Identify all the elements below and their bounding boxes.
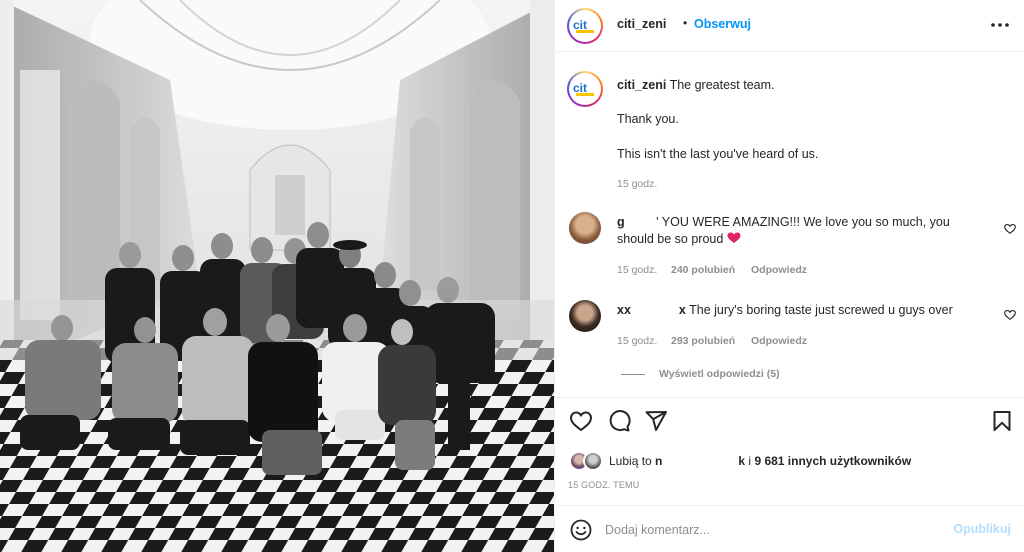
separator-dot: • — [683, 16, 688, 30]
author-username[interactable]: citi_zeni — [617, 17, 666, 31]
likes-summary: Lubią to nk i 9 681 innych użytkowników — [609, 454, 912, 468]
post-sidebar: cit citi_zeni • Obserwuj cit citi_zeni T… — [554, 0, 1024, 552]
post-photo[interactable] — [0, 0, 554, 552]
comment-2-like-icon[interactable] — [1004, 309, 1016, 321]
liker-avatar[interactable] — [583, 451, 603, 471]
svg-text:cit: cit — [573, 81, 587, 95]
comment-1-likes[interactable]: 240 polubień — [671, 264, 735, 276]
comment-1-time: 15 godz. — [617, 264, 658, 276]
caption-line-1: citi_zeni The greatest team. — [617, 77, 1007, 94]
liker-name[interactable]: nk — [655, 454, 745, 468]
likes-count[interactable]: 9 681 innych użytkowników — [754, 454, 911, 468]
comment-2-text: The jury's boring taste just screwed u g… — [689, 303, 953, 317]
comment-1-body: g ' YOU WERE AMAZING!!! We love you so m… — [617, 214, 977, 248]
bookmark-icon[interactable] — [990, 409, 1014, 433]
comment-1-like-icon[interactable] — [1004, 223, 1016, 235]
commenter-avatar[interactable] — [569, 212, 601, 244]
heart-icon[interactable] — [569, 409, 593, 433]
commenter-avatar[interactable] — [569, 300, 601, 332]
caption-text-3: This isn't the last you've heard of us. — [617, 147, 819, 161]
citi-zeni-logo-icon: cit — [569, 10, 601, 42]
posted-ago[interactable]: 15 GODZ. TEMU — [568, 480, 639, 490]
emoji-icon[interactable] — [569, 518, 593, 542]
comment-input[interactable] — [605, 519, 935, 541]
comment-2-time: 15 godz. — [617, 335, 658, 347]
comment-2-reply-button[interactable]: Odpowiedz — [751, 335, 807, 347]
svg-text:cit: cit — [573, 18, 587, 32]
caption-text-2: Thank you. — [617, 112, 679, 126]
citi-zeni-logo-icon: cit — [569, 73, 601, 105]
post-header: cit citi_zeni • Obserwuj — [555, 0, 1024, 52]
comment-2-body: xx x The jury's boring taste just screwed… — [617, 302, 997, 319]
publish-button[interactable]: Opublikuj — [953, 522, 1011, 536]
comment-1-text-2: should be so proud — [617, 232, 724, 246]
caption-time: 15 godz. — [617, 178, 658, 190]
view-replies-button[interactable]: Wyświetl odpowiedzi (5) — [659, 368, 780, 380]
comment-composer: Opublikuj — [555, 505, 1024, 552]
post-actions: Lubią to nk i 9 681 innych użytkowników … — [555, 397, 1024, 552]
comment-2-likes[interactable]: 293 polubień — [671, 335, 735, 347]
red-heart-emoji-icon — [727, 232, 741, 244]
comment-1-text: ' YOU WERE AMAZING!!! We love you so muc… — [656, 215, 950, 229]
comment-icon[interactable] — [607, 409, 631, 433]
comment-1-username[interactable]: g — [617, 215, 625, 229]
replies-divider — [621, 374, 645, 375]
caption-username[interactable]: citi_zeni — [617, 78, 666, 92]
comment-1-reply-button[interactable]: Odpowiedz — [751, 264, 807, 276]
author-avatar[interactable]: cit — [567, 8, 603, 44]
follow-button[interactable]: Obserwuj — [694, 17, 751, 31]
more-icon[interactable] — [989, 14, 1011, 36]
share-icon[interactable] — [644, 409, 668, 433]
caption-text-1: The greatest team. — [669, 78, 775, 92]
comment-2-username[interactable]: xx — [617, 303, 631, 317]
comment-2-username-end[interactable]: x — [679, 303, 686, 317]
caption-author-avatar[interactable]: cit — [567, 71, 603, 107]
